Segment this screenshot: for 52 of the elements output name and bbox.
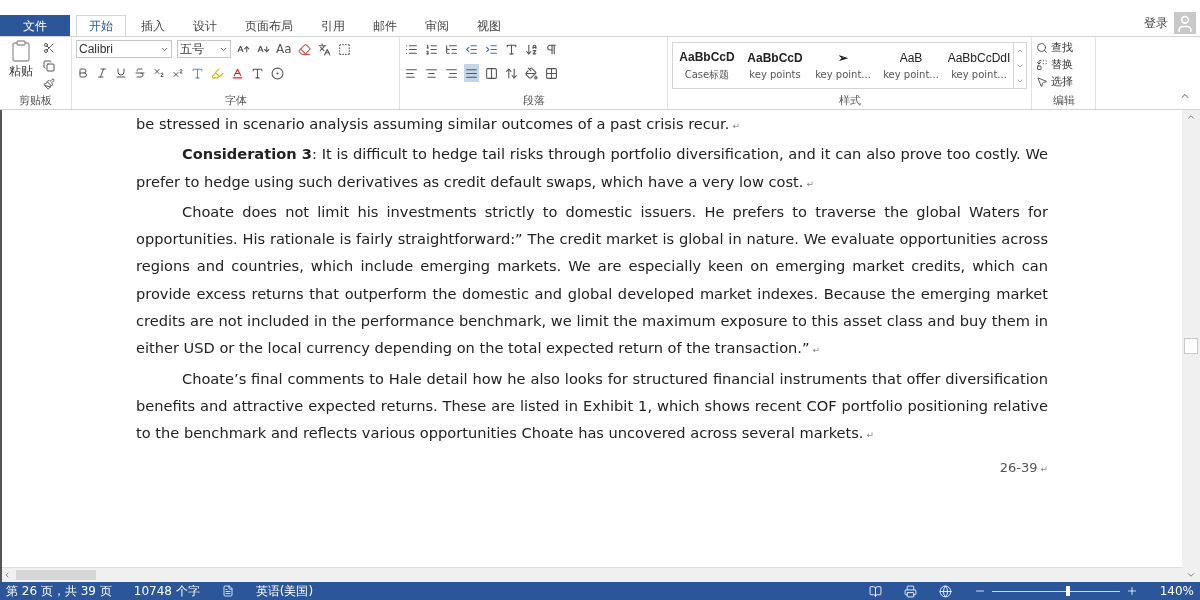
font-size-field[interactable]: 五号 bbox=[177, 40, 231, 58]
page-count[interactable]: 第 26 页，共 39 页 bbox=[6, 582, 112, 600]
paint-bucket-icon[interactable] bbox=[524, 64, 539, 82]
group-label: 字体 bbox=[223, 93, 248, 109]
edit-command[interactable]: 选择 bbox=[1036, 73, 1073, 90]
style-item[interactable]: AaB key point... bbox=[877, 43, 945, 88]
scrollbar-thumb[interactable] bbox=[1184, 338, 1198, 354]
ribbon-tab[interactable]: 审阅 bbox=[412, 15, 462, 36]
group-label: 段落 bbox=[521, 93, 546, 109]
ribbon-tab[interactable]: 视图 bbox=[464, 15, 514, 36]
ribbon-tab[interactable]: 插入 bbox=[128, 15, 178, 36]
print-layout-icon bbox=[903, 584, 917, 598]
style-item[interactable]: AaBbCcD key points bbox=[741, 43, 809, 88]
style-item[interactable]: AaBbCcDdI key point... bbox=[945, 43, 1013, 88]
change-case-button[interactable]: Aa bbox=[276, 42, 292, 56]
ribbon-tab[interactable]: 设计 bbox=[180, 15, 230, 36]
ribbon-tab[interactable]: 页面布局 bbox=[232, 15, 306, 36]
language[interactable]: 英语(美国) bbox=[255, 582, 314, 600]
paintbrush-icon[interactable] bbox=[42, 75, 56, 93]
ribbon-tab[interactable]: 开始 bbox=[76, 15, 126, 36]
read-mode-icon bbox=[868, 584, 882, 598]
scrollbar-thumb[interactable] bbox=[16, 570, 96, 580]
circle-icon[interactable] bbox=[270, 64, 285, 82]
zoom-level[interactable]: 140% bbox=[1159, 584, 1194, 598]
group-label: 编辑 bbox=[1051, 93, 1076, 109]
paragraph: be stressed in scenario analysis assuming similar outcomes of a past crisis recur. ↵ bbox=[136, 114, 741, 134]
file-tab[interactable]: 文件 bbox=[0, 15, 70, 36]
replace-icon bbox=[1036, 58, 1048, 71]
ribbon-tab[interactable]: 邮件 bbox=[360, 15, 410, 36]
copy-icon[interactable] bbox=[42, 57, 56, 75]
zoom-slider-thumb[interactable] bbox=[1065, 586, 1070, 596]
paragraph: Choate’s final comments to Hale detail how he also looks for structured financial instruments that offer diversification benefits and attractive expected returns. These are listed in Exhibit 1, which shows recent COF portfolio positioning relative to the benchmark and reflects various opportunities Choate has uncovered across several markets. ↵ bbox=[136, 368, 1048, 444]
edit-command[interactable]: 替换 bbox=[1036, 56, 1073, 73]
word-count[interactable]: 10748 个字 bbox=[133, 582, 200, 600]
cursor-icon bbox=[1036, 75, 1048, 88]
zoom-in-icon bbox=[1125, 585, 1138, 597]
group-label: 样式 bbox=[837, 93, 862, 109]
sign-in-link[interactable]: 登录 bbox=[1144, 14, 1168, 32]
group-label: 剪贴板 bbox=[18, 93, 53, 109]
ribbon-tab[interactable]: 引用 bbox=[308, 15, 358, 36]
web-layout-icon bbox=[938, 584, 952, 598]
justify-icon[interactable] bbox=[464, 64, 479, 82]
clipboard-icon bbox=[9, 39, 33, 63]
style-item[interactable]: ➢ key point... bbox=[809, 43, 877, 88]
style-item[interactable]: AaBbCcD Case标题 bbox=[673, 43, 741, 88]
page-number: 26-39 ↵ bbox=[998, 459, 1048, 475]
paste-button[interactable]: 粘贴 bbox=[4, 39, 38, 93]
search-icon bbox=[1036, 41, 1048, 54]
paragraph: Consideration 3: It is difficult to hedge tail risks through portfolio diversification, and it can also prove too costly. We prefer to hedge using such derivatives as credit default swaps, which have a very low cost. ↵ bbox=[136, 144, 1048, 192]
edit-command[interactable]: 查找 bbox=[1036, 39, 1073, 56]
paragraph: Choate does not limit his investments strictly to domestic issuers. He prefers to traverse the global Waters for opportunities. His rationale is fairly straightforward:” The credit market is global in nature. We evaluate opportunities across regions and countries, which include emerging markets. We are especially keen on emerging market credits, which can provide excess returns that outperform the domestic and global developed market indexes. Because the emerging market credits are not included in the performance benchmark, we limit the maximum exposure to this asset class and buy them in either USD or the local currency depending on the total expected return of the transaction.” ↵ bbox=[136, 201, 1048, 359]
font-name-field[interactable]: Calibri bbox=[76, 40, 172, 58]
